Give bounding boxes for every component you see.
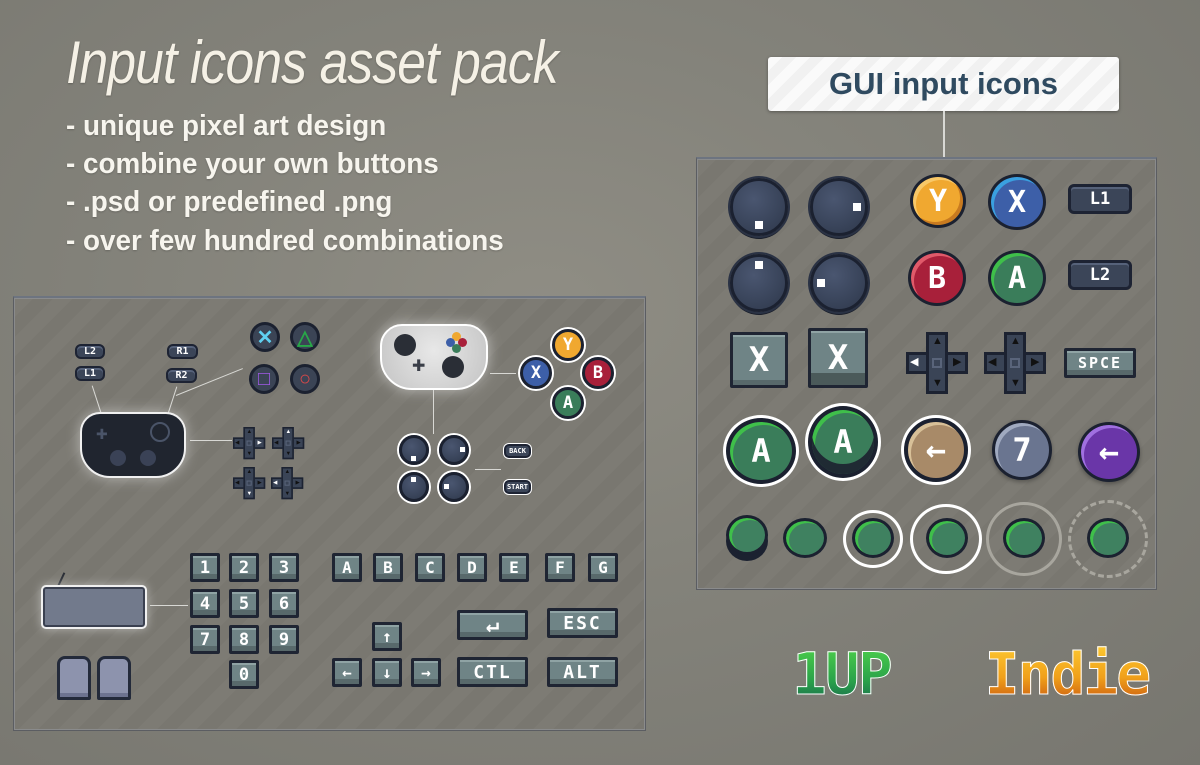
- stick-left-icon: [439, 472, 469, 502]
- dpad-down-icon: ▲ ▼ ◀ ▶: [233, 467, 266, 500]
- key-7-icon: 7: [190, 625, 220, 654]
- dpad-icon: ▲ ▼ ◀ ▶: [984, 332, 1046, 394]
- trigger-r1-icon: R1: [167, 344, 198, 359]
- xbox-a-button-icon: A: [552, 387, 584, 419]
- key-g-icon: G: [588, 553, 618, 582]
- dpad-right-icon: ▲ ▼ ◀ ▶: [233, 427, 266, 460]
- ps-square-icon: □: [249, 364, 279, 394]
- feature-item: - combine your own buttons: [66, 148, 439, 180]
- feature-item: - .psd or predefined .png: [66, 186, 393, 218]
- blank-key-icon: [97, 656, 131, 700]
- stick-up-icon: [399, 472, 429, 502]
- ps-circle-icon: ○: [290, 364, 320, 394]
- state-ring-large-button-icon: [926, 518, 968, 558]
- key-arrow-right-icon: →: [411, 658, 441, 687]
- button-seven-icon: 7: [992, 420, 1052, 480]
- face-button-x-icon: X: [988, 174, 1046, 230]
- key-2-icon: 2: [229, 553, 259, 582]
- state-ring-dashed-button-icon: [1087, 518, 1129, 558]
- button-a-outlined-icon: A: [726, 418, 796, 484]
- key-3-icon: 3: [269, 553, 299, 582]
- dpad-up-icon: ▲ ▼ ◀ ▶: [272, 427, 305, 460]
- trigger-l1-icon: L1: [1068, 184, 1132, 214]
- trigger-r2-icon: R2: [166, 368, 197, 383]
- key-enter-icon: ↵: [457, 610, 528, 640]
- page-title: Input icons asset pack: [66, 29, 558, 96]
- blank-key-icon: [57, 656, 91, 700]
- key-ctl-icon: CTL: [457, 657, 528, 687]
- trigger-l2-icon: L2: [1068, 260, 1132, 290]
- state-flat-icon: [783, 518, 827, 558]
- xbox-x-button-icon: X: [520, 357, 552, 389]
- gui-input-icons-label: GUI input icons: [768, 57, 1119, 111]
- key-a-icon: A: [332, 553, 362, 582]
- dpad-left-icon: ▲ ▼ ◀ ▶: [271, 467, 304, 500]
- keyboard-icon: [41, 585, 147, 629]
- logo-1up-text: 1UP: [792, 640, 894, 709]
- key-x-pressed-icon: X: [808, 328, 868, 388]
- key-arrow-left-icon: ←: [332, 658, 362, 687]
- key-b-icon: B: [373, 553, 403, 582]
- dpad-left-icon: ▲ ▼ ◀ ▶: [906, 332, 968, 394]
- connector-line: [433, 390, 434, 434]
- start-button-icon: START: [504, 480, 531, 494]
- face-button-y-icon: Y: [910, 174, 966, 228]
- key-c-icon: C: [415, 553, 445, 582]
- key-alt-icon: ALT: [547, 657, 618, 687]
- button-a-raised-icon: A: [808, 406, 878, 478]
- feature-item: - unique pixel art design: [66, 110, 387, 142]
- state-ring-small-button-icon: [852, 518, 894, 558]
- stick-up-icon: [730, 254, 788, 312]
- xbox-b-button-icon: B: [582, 357, 614, 389]
- connector-line: [475, 469, 501, 470]
- key-arrow-down-icon: ↓: [372, 658, 402, 687]
- key-5-icon: 5: [229, 589, 259, 618]
- trigger-l2-icon: L2: [75, 344, 105, 359]
- state-ring-faded-button-icon: [1003, 518, 1045, 558]
- feature-item: - over few hundred combinations: [66, 225, 504, 257]
- xbox-controller-icon: ✚: [380, 324, 488, 390]
- key-8-icon: 8: [229, 625, 259, 654]
- face-button-a-icon: A: [988, 250, 1046, 306]
- xbox-y-button-icon: Y: [552, 329, 584, 361]
- key-1-icon: 1: [190, 553, 220, 582]
- stick-down-icon: [730, 178, 788, 236]
- button-back-arrow-icon: ←: [904, 418, 968, 482]
- key-d-icon: D: [457, 553, 487, 582]
- key-esc-icon: ESC: [547, 608, 618, 638]
- stick-right-icon: [810, 178, 868, 236]
- key-4-icon: 4: [190, 589, 220, 618]
- stick-right-icon: [439, 435, 469, 465]
- logo-indie-text: Indie: [984, 640, 1152, 709]
- back-button-icon: BACK: [504, 444, 531, 458]
- face-button-b-icon: B: [908, 250, 966, 306]
- ps-triangle-icon: △: [290, 322, 320, 352]
- stick-down-icon: [399, 435, 429, 465]
- key-0-icon: 0: [229, 660, 259, 689]
- state-raised-icon: [726, 515, 768, 555]
- key-f-icon: F: [545, 553, 575, 582]
- key-space-icon: SPCE: [1064, 348, 1136, 378]
- playstation-controller-icon: ✚: [80, 412, 186, 478]
- connector-line: [190, 440, 232, 441]
- key-9-icon: 9: [269, 625, 299, 654]
- connector-line: [943, 111, 945, 157]
- key-e-icon: E: [499, 553, 529, 582]
- key-6-icon: 6: [269, 589, 299, 618]
- key-arrow-up-icon: ↑: [372, 622, 402, 651]
- connector-line: [150, 605, 188, 606]
- key-x-icon: X: [730, 332, 788, 388]
- 1up-indie-logo: 1UP Indie: [792, 640, 1152, 709]
- button-purple-arrow-icon: ←: [1078, 422, 1140, 482]
- connector-line: [490, 373, 516, 374]
- trigger-l1-icon: L1: [75, 366, 105, 381]
- stick-left-icon: [810, 254, 868, 312]
- ps-cross-icon: ✕: [250, 322, 280, 352]
